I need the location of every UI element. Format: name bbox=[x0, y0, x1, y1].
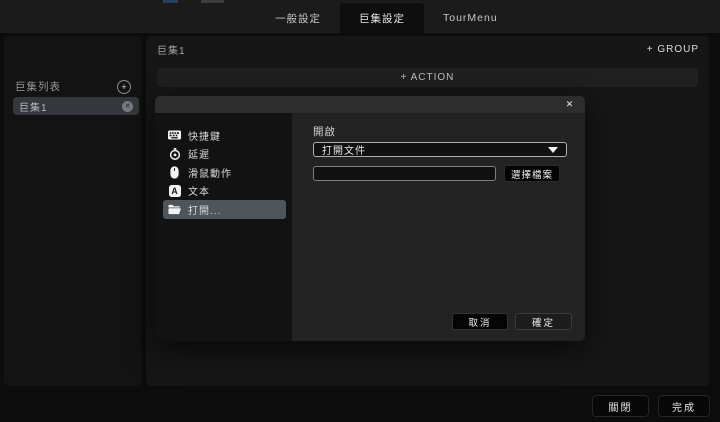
menu-item-text[interactable]: A 文本 bbox=[163, 182, 286, 201]
dialog-titlebar[interactable]: ✕ bbox=[155, 96, 585, 113]
open-label: 開啟 bbox=[313, 126, 336, 138]
action-type-menu: 快捷鍵 延遲 滑鼠動作 A 文本 打開... bbox=[155, 113, 292, 341]
macro-editor-title: 巨集1 bbox=[157, 45, 186, 57]
menu-item-shortcut-key[interactable]: 快捷鍵 bbox=[163, 126, 286, 145]
menu-item-label: 快捷鍵 bbox=[188, 131, 221, 143]
menu-item-mouse-action[interactable]: 滑鼠動作 bbox=[163, 163, 286, 182]
done-button[interactable]: 完成 bbox=[658, 395, 710, 417]
top-tab-bar: 一般設定 巨集設定 TourMenu bbox=[0, 0, 720, 33]
close-window-button[interactable]: 關閉 bbox=[592, 395, 649, 417]
open-file-form: 開啟 打開文件 選擇檔案 bbox=[292, 113, 585, 341]
tab-macro-settings[interactable]: 巨集設定 bbox=[340, 3, 424, 33]
tab-general-settings[interactable]: 一般設定 bbox=[256, 3, 340, 33]
dropdown-selected-value: 打開文件 bbox=[322, 146, 366, 157]
text-icon: A bbox=[168, 184, 181, 197]
clipped-top-decoration-blue bbox=[163, 0, 178, 3]
macro-editor-header: 巨集1 + GROUP bbox=[157, 42, 699, 57]
macro-list-item[interactable]: 巨集1 ✕ bbox=[13, 97, 139, 115]
add-group-button[interactable]: + GROUP bbox=[647, 44, 699, 55]
clipped-top-decoration-gray bbox=[201, 0, 224, 3]
svg-text:A: A bbox=[171, 186, 178, 196]
app-window: 一般設定 巨集設定 TourMenu 巨集列表 + 巨集1 ✕ 巨集1 + GR… bbox=[0, 0, 720, 422]
menu-item-label: 延遲 bbox=[188, 150, 210, 162]
remove-macro-icon[interactable]: ✕ bbox=[122, 100, 133, 112]
macro-list-title: 巨集列表 bbox=[15, 80, 61, 93]
menu-item-label: 滑鼠動作 bbox=[188, 168, 232, 180]
timer-icon bbox=[168, 147, 181, 160]
cancel-button[interactable]: 取消 bbox=[452, 313, 508, 330]
menu-item-delay[interactable]: 延遲 bbox=[163, 145, 286, 164]
tab-tourmenu[interactable]: TourMenu bbox=[424, 3, 517, 33]
macro-list-header: 巨集列表 + bbox=[15, 79, 133, 94]
action-editor-dialog: ✕ 快捷鍵 延遲 滑鼠動作 A 文本 打開... 開啟 打開文件 選擇檔案 取消… bbox=[155, 96, 585, 341]
file-path-input[interactable] bbox=[313, 166, 496, 181]
folder-icon bbox=[168, 203, 181, 216]
menu-item-label: 打開... bbox=[188, 205, 222, 217]
dialog-body: 快捷鍵 延遲 滑鼠動作 A 文本 打開... 開啟 打開文件 選擇檔案 bbox=[155, 113, 585, 341]
choose-file-button[interactable]: 選擇檔案 bbox=[504, 165, 560, 182]
tab-strip: 一般設定 巨集設定 TourMenu bbox=[256, 0, 517, 33]
macro-list-panel: 巨集列表 + 巨集1 ✕ bbox=[4, 36, 141, 386]
ok-button[interactable]: 確定 bbox=[515, 313, 572, 330]
macro-item-label: 巨集1 bbox=[19, 102, 48, 114]
dialog-close-icon[interactable]: ✕ bbox=[563, 98, 576, 111]
chevron-down-icon bbox=[548, 146, 558, 153]
menu-item-open-file[interactable]: 打開... bbox=[163, 200, 286, 219]
open-type-dropdown[interactable]: 打開文件 bbox=[313, 142, 567, 157]
mouse-icon bbox=[168, 166, 181, 179]
add-macro-button[interactable]: + bbox=[117, 80, 131, 94]
keyboard-icon bbox=[168, 129, 181, 142]
menu-item-label: 文本 bbox=[188, 187, 210, 199]
add-action-button[interactable]: + ACTION bbox=[157, 68, 698, 87]
